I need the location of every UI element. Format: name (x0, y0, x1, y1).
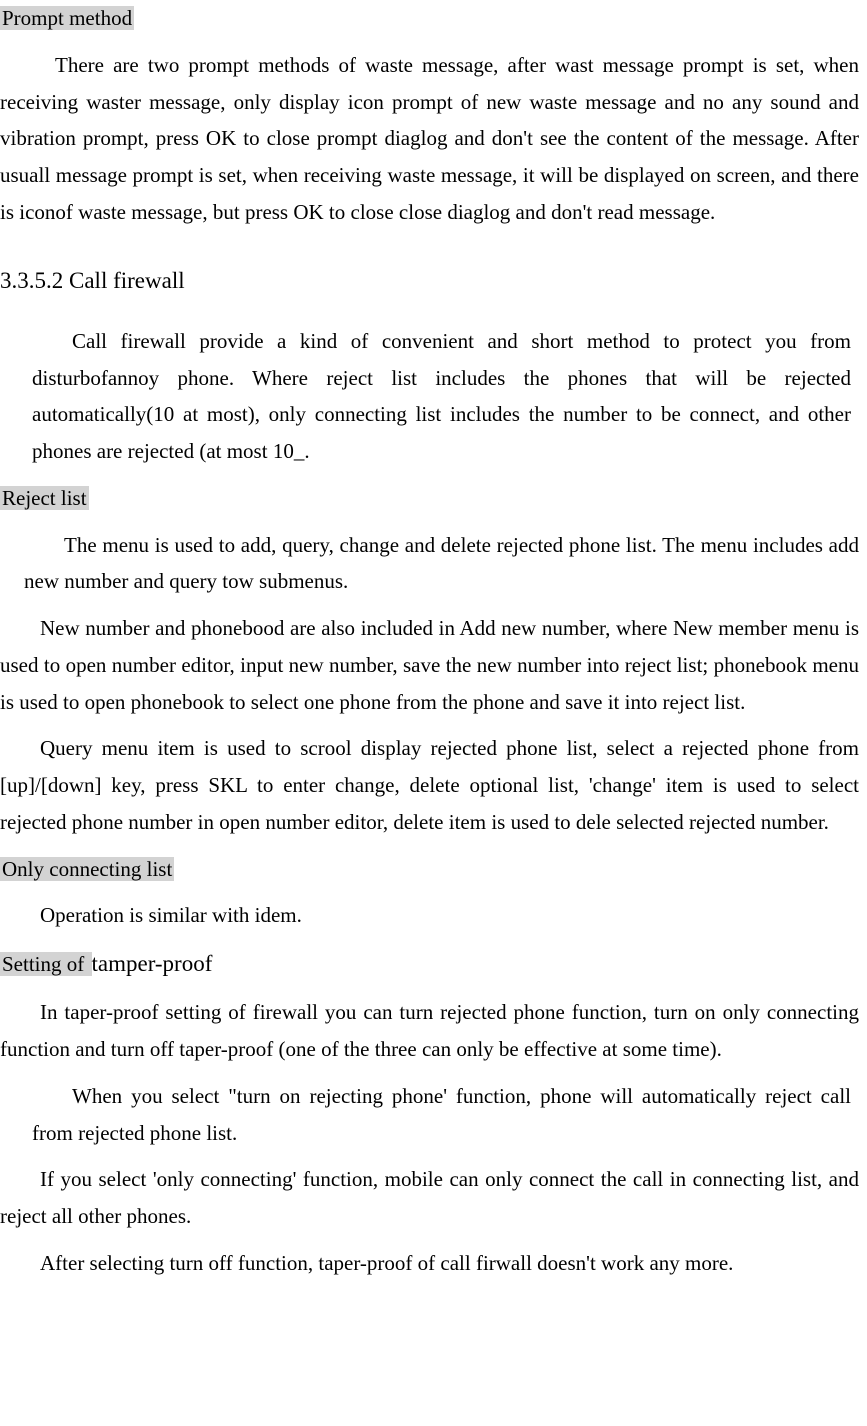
heading-reject-list: Reject list (0, 480, 859, 517)
document-page: Prompt method There are two prompt metho… (0, 0, 867, 1322)
paragraph-reject-list-3: Query menu item is used to scrool displa… (0, 730, 859, 840)
paragraph-tamper-3: If you select 'only connecting' function… (0, 1161, 859, 1235)
heading-setting-of-text: Setting of (0, 952, 92, 976)
paragraph-prompt-method: There are two prompt methods of waste me… (0, 47, 859, 231)
heading-only-connecting-list: Only connecting list (0, 851, 859, 888)
heading-setting-tamper-proof: Setting of tamper-proof (0, 944, 859, 984)
heading-reject-list-text: Reject list (0, 486, 89, 510)
heading-only-connecting-list-text: Only connecting list (0, 857, 174, 881)
heading-call-firewall: 3.3.5.2 Call firewall (0, 261, 859, 301)
paragraph-reject-list-1: The menu is used to add, query, change a… (0, 527, 859, 601)
paragraph-tamper-1: In taper-proof setting of firewall you c… (0, 994, 859, 1068)
heading-prompt-method: Prompt method (0, 0, 859, 37)
paragraph-call-firewall-intro: Call firewall provide a kind of convenie… (0, 323, 859, 470)
heading-tamper-proof-text: tamper-proof (92, 951, 213, 976)
paragraph-tamper-2: When you select "turn on rejecting phone… (0, 1078, 859, 1152)
heading-prompt-method-text: Prompt method (0, 6, 134, 30)
paragraph-reject-list-2: New number and phonebood are also includ… (0, 610, 859, 720)
paragraph-tamper-4: After selecting turn off function, taper… (0, 1245, 859, 1282)
paragraph-only-connecting: Operation is similar with idem. (0, 897, 859, 934)
